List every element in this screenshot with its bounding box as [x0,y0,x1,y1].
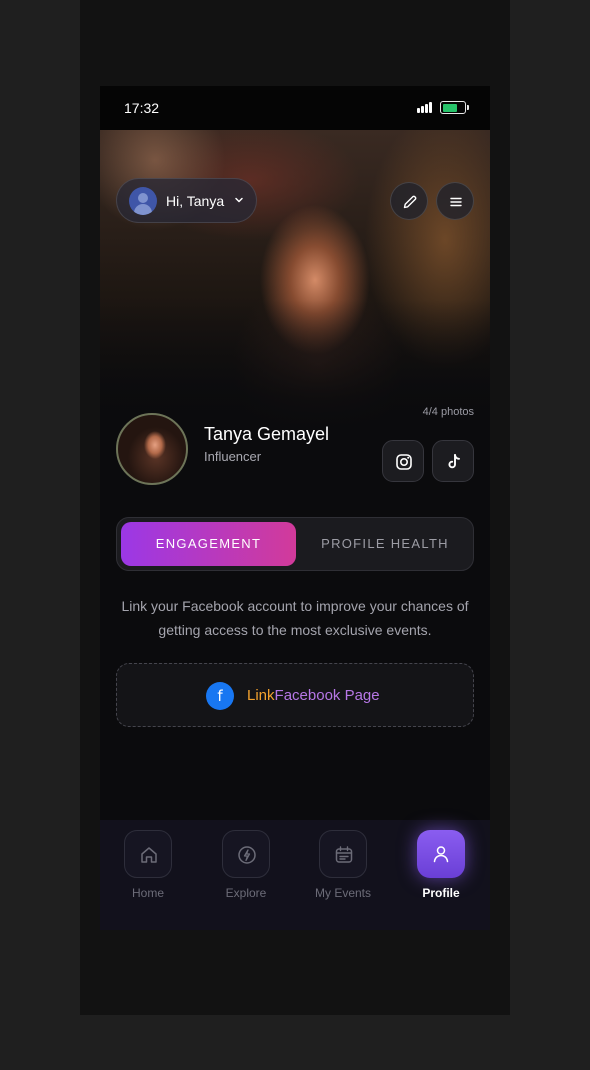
app-screen: 17:32 Hi, Tanya Tanya Gemayel Influencer [100,86,490,930]
account-switcher-button[interactable]: Hi, Tanya [116,178,257,223]
nav-label-explore: Explore [225,886,267,900]
profile-header: Tanya Gemayel Influencer 4/4 photos [100,406,490,488]
nav-item-profile[interactable]: Profile [393,830,489,910]
link-facebook-label-page: Facebook Page [274,687,380,704]
profile-section-tabs: ENGAGEMENT PROFILE HEALTH [116,517,474,571]
battery-icon [440,101,469,114]
signal-icon [417,101,435,113]
bottom-navigation: Home Explore My Events Profile [100,820,490,930]
user-icon [433,846,449,863]
nav-item-home[interactable]: Home [100,830,196,910]
link-facebook-label: LinkFacebook Page [247,687,380,704]
profile-avatar[interactable] [116,413,188,485]
photo-count: 4/4 photos [422,406,474,418]
status-time: 17:32 [124,100,160,116]
facebook-info-text: Link your Facebook account to improve yo… [121,598,469,638]
link-facebook-label-link: Link [247,687,275,704]
tab-engagement[interactable]: ENGAGEMENT [121,522,296,566]
events-icon-wrap [319,830,367,878]
chevron-down-icon [235,197,243,203]
link-facebook-button[interactable]: f LinkFacebook Page [116,663,474,727]
lightning-icon [238,846,256,864]
tiktok-button[interactable] [432,440,474,482]
nav-label-home: Home [131,886,164,900]
profile-role: Influencer [204,449,262,464]
greeting-text: Hi, Tanya [166,193,225,209]
edit-button[interactable] [390,182,428,220]
home-icon [141,847,157,863]
facebook-icon: f [206,682,234,710]
profile-icon-wrap [417,830,465,878]
explore-icon-wrap [222,830,270,878]
tab-profile-health[interactable]: PROFILE HEALTH [300,522,470,566]
menu-button[interactable] [436,182,474,220]
home-icon-wrap [124,830,172,878]
status-bar: 17:32 [100,86,490,130]
instagram-icon [396,454,412,470]
cover-photo [100,130,490,430]
nav-item-explore[interactable]: Explore [198,830,294,910]
user-avatar-icon [129,187,157,215]
profile-name: Tanya Gemayel [204,424,330,444]
nav-item-my-events[interactable]: My Events [295,830,391,910]
nav-label-profile: Profile [422,886,460,900]
pencil-icon [403,195,417,209]
calendar-icon [335,846,353,863]
hamburger-menu-icon [450,197,462,207]
tiktok-icon [448,454,460,469]
nav-label-my-events: My Events [314,886,371,900]
instagram-button[interactable] [382,440,424,482]
